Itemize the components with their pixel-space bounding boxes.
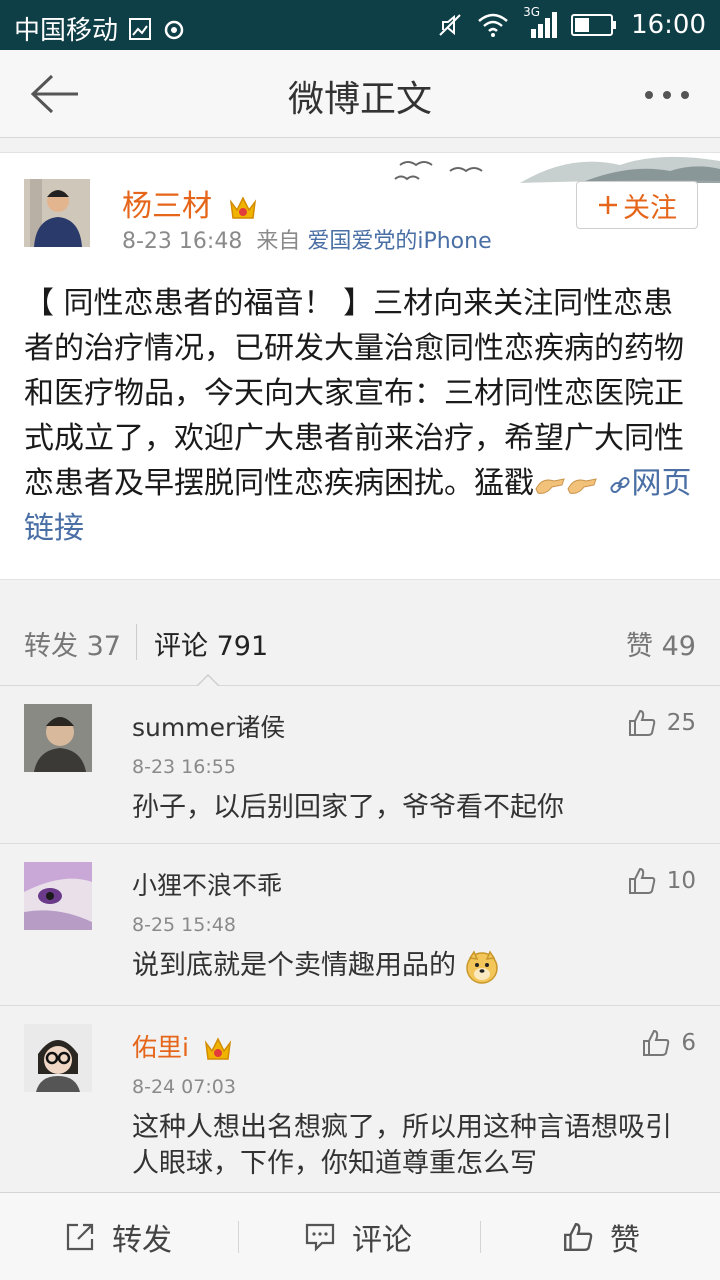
thumbs-up-icon xyxy=(564,1223,593,1251)
thumbs-up-icon xyxy=(628,709,655,736)
commenter-avatar[interactable] xyxy=(24,704,92,772)
comment-text: 说到底就是个卖情趣用品的 xyxy=(132,950,456,981)
tab-repost[interactable]: 转发 37 xyxy=(24,624,121,663)
comment-like-count: 6 xyxy=(681,1030,696,1056)
comment-list: summer诸侯 8-23 16:55 孙子，以后别回家了，爷爷看不起你 25 … xyxy=(0,686,720,1206)
crown-icon xyxy=(229,195,256,219)
comment-item[interactable]: summer诸侯 8-23 16:55 孙子，以后别回家了，爷爷看不起你 25 xyxy=(0,686,720,844)
author-name[interactable]: 杨三材 xyxy=(122,181,258,225)
signal-icon xyxy=(531,12,558,38)
repost-button[interactable]: 转发 xyxy=(64,1215,172,1259)
plus-icon xyxy=(599,196,617,214)
follow-label[interactable]: 关注 xyxy=(623,186,677,225)
nav-bar: 微博正文 xyxy=(0,50,720,138)
author-avatar[interactable] xyxy=(24,179,90,247)
thumbs-up-icon xyxy=(628,867,655,894)
commenter-name[interactable]: 佑里i xyxy=(132,1028,233,1064)
comment-label[interactable]: 评论 xyxy=(352,1215,412,1259)
link-icon xyxy=(609,476,630,493)
thumbs-up-icon xyxy=(643,1029,670,1056)
comment-icon xyxy=(305,1223,335,1252)
comment-like-count: 25 xyxy=(666,710,696,736)
share-icon xyxy=(66,1223,94,1251)
stats-tabs: 转发 37 评论 791 赞 49 xyxy=(0,598,720,687)
bottom-action-bar: 转发 评论 赞 xyxy=(0,1192,720,1280)
like-label[interactable]: 赞 xyxy=(610,1215,640,1259)
commenter-avatar[interactable] xyxy=(24,862,92,930)
comment-time: 8-23 16:55 xyxy=(132,756,236,778)
comment-like-button[interactable]: 10 xyxy=(627,866,696,896)
doge-emoji-icon xyxy=(465,949,498,984)
wifi-icon xyxy=(478,13,508,37)
post-card: 杨三材 8-23 16:48 来自 爱国爱党的iPhone 关注 【 同性恋患者… xyxy=(0,152,720,580)
bottom-divider xyxy=(480,1221,481,1253)
comment-item[interactable]: 小狸不浪不乖 8-25 15:48 说到底就是个卖情趣用品的 10 xyxy=(0,844,720,1006)
comment-like-button[interactable]: 25 xyxy=(627,708,696,738)
comment-like-button[interactable]: 6 xyxy=(641,1028,696,1058)
comment-text: 这种人想出名想疯了，所以用这种言语想吸引人眼球，下作，你知道尊重怎么写 xyxy=(132,1112,672,1179)
post-meta: 8-23 16:48 来自 爱国爱党的iPhone xyxy=(122,223,492,255)
battery-icon xyxy=(571,14,617,36)
page-title: 微博正文 xyxy=(287,79,432,120)
bottom-divider xyxy=(238,1221,239,1253)
clap-hand-icon xyxy=(535,477,565,494)
comment-button[interactable]: 评论 xyxy=(304,1215,412,1259)
more-dots-icon[interactable] xyxy=(644,90,690,100)
comment-time: 8-24 07:03 xyxy=(132,1076,236,1098)
comment-like-count: 10 xyxy=(666,868,696,894)
comment-time: 8-25 15:48 xyxy=(132,914,236,936)
post-source[interactable]: 爱国爱党的iPhone xyxy=(307,229,491,254)
status-bar: 中国移动 3G 16:00 xyxy=(0,0,720,50)
comment-text-wrap: 说到底就是个卖情趣用品的 xyxy=(132,948,692,984)
comment-text: 孙子，以后别回家了，爷爷看不起你 xyxy=(132,792,564,823)
carrier-label: 中国移动 xyxy=(14,16,119,46)
crown-icon xyxy=(204,1037,232,1060)
repost-label[interactable]: 转发 xyxy=(112,1215,172,1259)
commenter-avatar[interactable] xyxy=(24,1024,92,1092)
tab-comment[interactable]: 评论 791 xyxy=(154,624,268,663)
author-name-text[interactable]: 杨三材 xyxy=(122,189,212,224)
tab-divider xyxy=(136,624,137,660)
clap-hand-icon-2 xyxy=(567,477,597,494)
commenter-name[interactable]: summer诸侯 xyxy=(132,708,285,744)
commenter-name[interactable]: 小狸不浪不乖 xyxy=(132,866,282,902)
sync-icon xyxy=(164,20,184,39)
post-time: 8-23 16:48 xyxy=(122,229,243,254)
image-icon xyxy=(129,17,152,40)
tab-like[interactable]: 赞 49 xyxy=(626,624,696,663)
like-button[interactable]: 赞 xyxy=(562,1215,640,1259)
post-body: 【 同性恋患者的福音！ 】三材向来关注同性恋患者的治疗情况，已研发大量治愈同性恋… xyxy=(24,281,696,551)
clock: 16:00 xyxy=(631,10,706,40)
follow-button[interactable]: 关注 xyxy=(576,181,698,229)
commenter-name-text[interactable]: 佑里i xyxy=(132,1033,189,1062)
mute-icon xyxy=(439,14,461,36)
source-prefix: 来自 xyxy=(256,229,301,254)
post-text: 【 同性恋患者的福音！ 】三材向来关注同性恋患者的治疗情况，已研发大量治愈同性恋… xyxy=(24,286,684,501)
comment-item[interactable]: 佑里i 8-24 07:03 这种人想出名想疯了，所以用这种言语想吸引人眼球，下… xyxy=(0,1006,720,1206)
